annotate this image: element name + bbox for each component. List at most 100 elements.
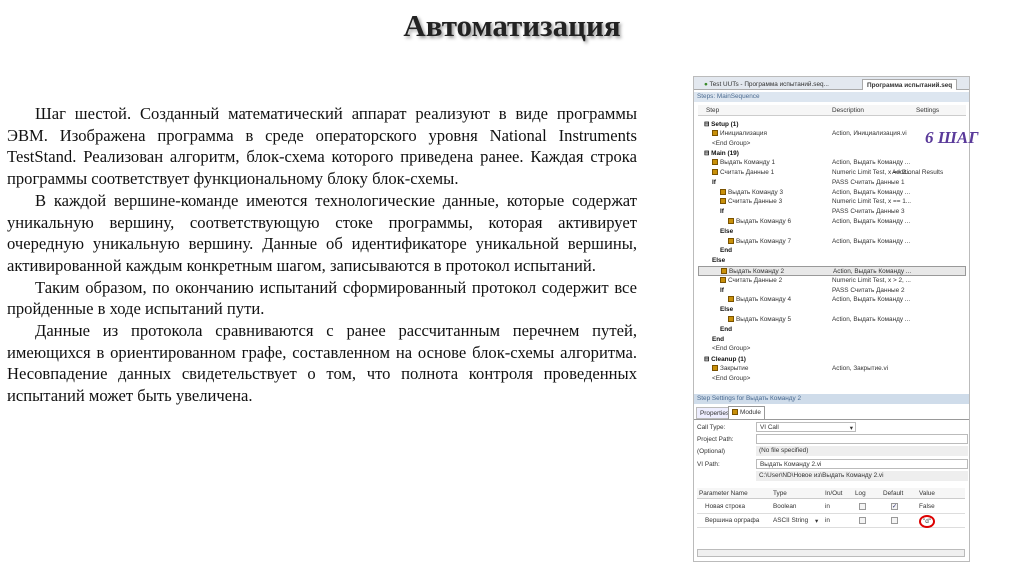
step-name: Setup (1) (711, 121, 739, 128)
col-log[interactable]: Log (855, 490, 866, 497)
log-checkbox[interactable] (859, 517, 866, 524)
step-name: If (712, 178, 716, 186)
step-row[interactable]: End (698, 335, 966, 345)
paragraph: В каждой вершине-команде имеются техноло… (7, 190, 637, 275)
step-label: ⊟ Setup (1) (704, 120, 738, 128)
step-row[interactable]: Считать Данные 1 Numeric Limit Test, x ==… (698, 168, 966, 178)
step-row[interactable]: Выдать Команду 5 Action, Выдать Команду .… (698, 315, 966, 325)
step-row[interactable]: If PASS Считать Данные 2 (698, 286, 966, 296)
paragraph: Таким образом, по окончанию испытаний сф… (7, 277, 637, 319)
step-description: PASS Считать Данные 2 (832, 286, 905, 294)
step-row[interactable]: ⊟ Cleanup (1) (698, 354, 966, 364)
step-row[interactable]: End (698, 325, 966, 335)
step-annotation: 6 ШАГ (925, 128, 979, 147)
tab-program[interactable]: Программа испытаний.seq (862, 79, 958, 90)
step-label: Else (720, 228, 733, 235)
step-label: If (720, 287, 724, 294)
param-row[interactable]: Новая строка Boolean in ✓ False (697, 501, 965, 514)
action-step-icon (712, 365, 718, 371)
param-name: Вершина орграфа (705, 517, 760, 524)
step-label: Else (720, 306, 733, 313)
step-description: Numeric Limit Test, x == 1... (832, 198, 912, 206)
step-description: Action, Выдать Команду ... (832, 218, 911, 225)
step-label: <End Group> (712, 140, 750, 147)
step-label: Считать Данные 3 (720, 198, 782, 205)
step-row[interactable]: Выдать Команду 3 Action, Выдать Команду .… (698, 188, 966, 198)
step-name: Else (712, 257, 726, 265)
col-value[interactable]: Value (919, 490, 935, 497)
param-type: Boolean (773, 503, 797, 510)
slide-title: Автоматизация (403, 8, 621, 43)
col-inout[interactable]: In/Out (825, 490, 842, 497)
step-label: Выдать Команду 7 (728, 237, 791, 245)
param-row[interactable]: Вершина орграфа ASCII String ▾ in "d" (697, 515, 965, 528)
step-row[interactable]: If PASS Считать Данные 1 (698, 178, 966, 188)
horizontal-scrollbar[interactable] (697, 549, 965, 557)
log-checkbox[interactable] (859, 503, 866, 510)
step-name: Else (720, 227, 734, 235)
project-path-input[interactable] (756, 434, 968, 444)
step-row[interactable]: ⊟ Main (19) (698, 148, 966, 158)
action-step-icon (728, 218, 734, 224)
chevron-down-icon: ▾ (849, 425, 853, 432)
vi-path-input[interactable]: Выдать Команду 2.vi (756, 459, 968, 469)
step-name: Main (19) (711, 150, 739, 158)
step-label: Инициализация (712, 129, 767, 137)
step-name: <End Group> (712, 374, 751, 382)
param-value-highlighted[interactable]: "d" (919, 515, 936, 528)
step-row[interactable]: End (698, 246, 966, 256)
step-row[interactable]: Else (698, 305, 966, 315)
param-inout: in (825, 503, 830, 510)
step-description: Numeric Limit Test, x > 2, ... (832, 276, 911, 284)
param-inout: in (825, 517, 830, 524)
default-checkbox[interactable] (891, 517, 898, 524)
step-row[interactable]: <End Group> (698, 374, 966, 384)
default-checkbox[interactable]: ✓ (891, 503, 898, 510)
step-row[interactable]: Else (698, 227, 966, 237)
step-name: Выдать Команду 5 (736, 316, 792, 323)
col-description[interactable]: Description (832, 107, 864, 114)
step-label: <End Group> (712, 375, 750, 382)
step-row[interactable]: If PASS Считать Данные 3 (698, 207, 966, 217)
step-name: If (720, 208, 724, 216)
step-name: Считать Данные 1 (720, 169, 775, 176)
step-row[interactable]: Else (698, 256, 966, 266)
tab-module[interactable]: Module (728, 406, 765, 419)
tab-test-uuts[interactable]: ● Test UUTs - Программа испытаний.seq... (700, 79, 833, 90)
col-param-name[interactable]: Parameter Name (699, 490, 748, 497)
step-name: End (720, 247, 733, 255)
chevron-down-icon[interactable]: ▾ (815, 517, 818, 525)
step-name: <End Group> (712, 345, 751, 353)
step-label: <End Group> (712, 345, 750, 352)
tab-label: Test UUTs - Программа испытаний.seq... (709, 81, 829, 88)
col-default[interactable]: Default (883, 490, 903, 497)
step-name: Выдать Команду 6 (736, 218, 792, 225)
col-step[interactable]: Step (706, 107, 719, 114)
step-row[interactable]: Выдать Команду 2 Action, Выдать Команду .… (698, 266, 966, 276)
col-type[interactable]: Type (773, 490, 787, 497)
step-row[interactable]: Считать Данные 3 Numeric Limit Test, x ==… (698, 197, 966, 207)
param-name: Новая строка (705, 503, 746, 510)
steps-bar: Steps: MainSequence (694, 92, 969, 102)
step-row[interactable]: Выдать Команду 7 Action, Выдать Команду .… (698, 237, 966, 247)
step-label: If (712, 179, 716, 186)
step-name: Инициализация (720, 129, 767, 137)
vi-path-label: VI Path: (697, 461, 720, 468)
step-row[interactable]: Выдать Команду 6 Action, Выдать Команду .… (698, 217, 966, 227)
slide-body: Шаг шестой. Созданный математический апп… (7, 103, 637, 407)
step-label: Выдать Команду 2 (721, 268, 784, 275)
step-row[interactable]: Выдать Команду 4 Action, Выдать Команду .… (698, 295, 966, 305)
call-type-select[interactable]: VI Call ▾ (756, 422, 856, 432)
step-name: End (712, 335, 725, 343)
step-row[interactable]: Закрытие Action, Закрытие.vi (698, 364, 966, 374)
action-step-icon (721, 268, 727, 274)
param-value[interactable]: False (919, 503, 935, 510)
step-name: Закрытие (720, 365, 749, 372)
step-name: Выдать Команду 3 (728, 188, 784, 196)
col-settings[interactable]: Settings (916, 107, 939, 114)
step-row[interactable]: Считать Данные 2 Numeric Limit Test, x > … (698, 276, 966, 286)
step-row[interactable]: <End Group> (698, 344, 966, 354)
step-row[interactable]: Выдать Команду 1 Action, Выдать Команду .… (698, 158, 966, 168)
step-name: <End Group> (712, 139, 751, 147)
step-description: PASS Считать Данные 3 (832, 208, 905, 216)
